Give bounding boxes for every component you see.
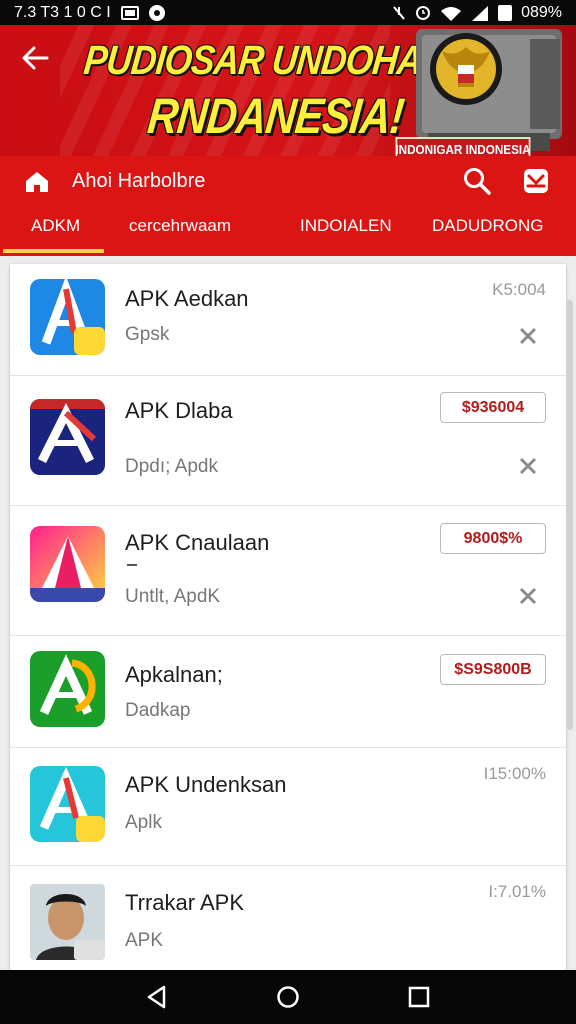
app-name: APK Cnaulaan	[125, 530, 270, 555]
app-subtitle: APK	[125, 930, 164, 951]
price-badge[interactable]: 9800$%	[440, 523, 546, 554]
app-a-dark-icon	[30, 399, 105, 475]
gallery-notification-icon	[120, 5, 139, 20]
nav-recents-icon[interactable]	[406, 984, 432, 1010]
app-name: APK Undenksan	[125, 772, 287, 797]
wifi-icon	[441, 6, 462, 21]
app-name: Apkalnan;	[125, 662, 223, 687]
banner-headline-2: RNDANESIA!	[145, 88, 407, 144]
app-triangle-icon	[30, 526, 105, 602]
price-badge[interactable]: $S9S800B	[440, 654, 546, 685]
app-name: APK Dlaba	[125, 398, 233, 423]
home-icon[interactable]	[24, 170, 50, 194]
app-meta: K5:004	[492, 280, 546, 299]
app-meta: I15:00%	[483, 764, 546, 783]
mute-icon	[393, 5, 405, 20]
app-green-a-icon	[30, 651, 105, 727]
status-bar: 7.3 T3 1 0 C I 089%	[0, 0, 576, 25]
signal-icon	[472, 5, 489, 21]
status-time: 7.3 T3 1 0 C I	[14, 3, 111, 21]
tab-cercehrwaam[interactable]: cercehrwaam	[129, 216, 231, 252]
app-subtitle: Aplk	[125, 812, 162, 833]
nav-home-icon[interactable]	[275, 984, 301, 1010]
list-item[interactable]: Trrakar APK APK I:7.01%	[10, 866, 566, 970]
alarm-icon	[416, 5, 431, 20]
record-notification-icon	[148, 4, 165, 21]
app-list: APK Aedkan Gpsk K5:004 APK Dlaba Dpdı; A…	[10, 264, 566, 970]
page-title: Ahoi Harbolbre	[72, 170, 206, 192]
tab-indoialen[interactable]: INDOIALEN	[300, 216, 392, 252]
close-icon[interactable]	[518, 456, 538, 476]
battery-level: 089%	[521, 3, 562, 21]
list-item[interactable]: APK Dlaba Dpdı; Apdk $936004	[10, 376, 566, 506]
banner-sign: INDONIGAR INDONESIA	[395, 137, 531, 156]
separator-mark	[127, 564, 137, 566]
list-item[interactable]: APK Undenksan Aplk I15:00%	[10, 748, 566, 866]
list-item[interactable]: APK Cnaulaan Untlt, ApdK 9800$%	[10, 506, 566, 636]
scrollbar[interactable]	[567, 300, 573, 730]
app-name: APK Aedkan	[125, 286, 249, 311]
app-avatar-icon	[30, 884, 105, 960]
tab-adkm[interactable]: ADKM	[2, 216, 105, 253]
app-subtitle: Dpdı; Apdk	[125, 456, 218, 477]
close-icon[interactable]	[518, 586, 538, 606]
list-item[interactable]: Apkalnan; Dadkap $S9S800B	[10, 636, 566, 748]
inbox-icon[interactable]	[522, 167, 550, 195]
app-name: Trrakar APK	[125, 890, 244, 915]
app-a-icon	[30, 279, 105, 355]
app-subtitle: Dadkap	[125, 700, 191, 721]
list-item[interactable]: APK Aedkan Gpsk K5:004	[10, 264, 566, 376]
app-meta: I:7.01%	[488, 882, 546, 901]
promo-banner[interactable]: PUDIOSAR UNDOHAN RNDANESIA! INDONIGAR IN…	[0, 25, 576, 156]
close-icon[interactable]	[518, 326, 538, 346]
nav-back-icon[interactable]	[144, 984, 170, 1010]
system-nav-bar	[0, 970, 576, 1024]
battery-icon	[498, 4, 513, 21]
tab-dadudrong[interactable]: DADUDRONG	[432, 216, 543, 252]
search-icon[interactable]	[462, 166, 492, 196]
back-arrow-icon[interactable]	[20, 43, 54, 77]
app-cyan-a-icon	[30, 766, 105, 842]
app-subtitle: Untlt, ApdK	[125, 586, 221, 607]
app-subtitle: Gpsk	[125, 324, 170, 345]
banner-headline-1: PUDIOSAR UNDOHAN	[81, 37, 449, 83]
price-badge[interactable]: $936004	[440, 392, 546, 423]
